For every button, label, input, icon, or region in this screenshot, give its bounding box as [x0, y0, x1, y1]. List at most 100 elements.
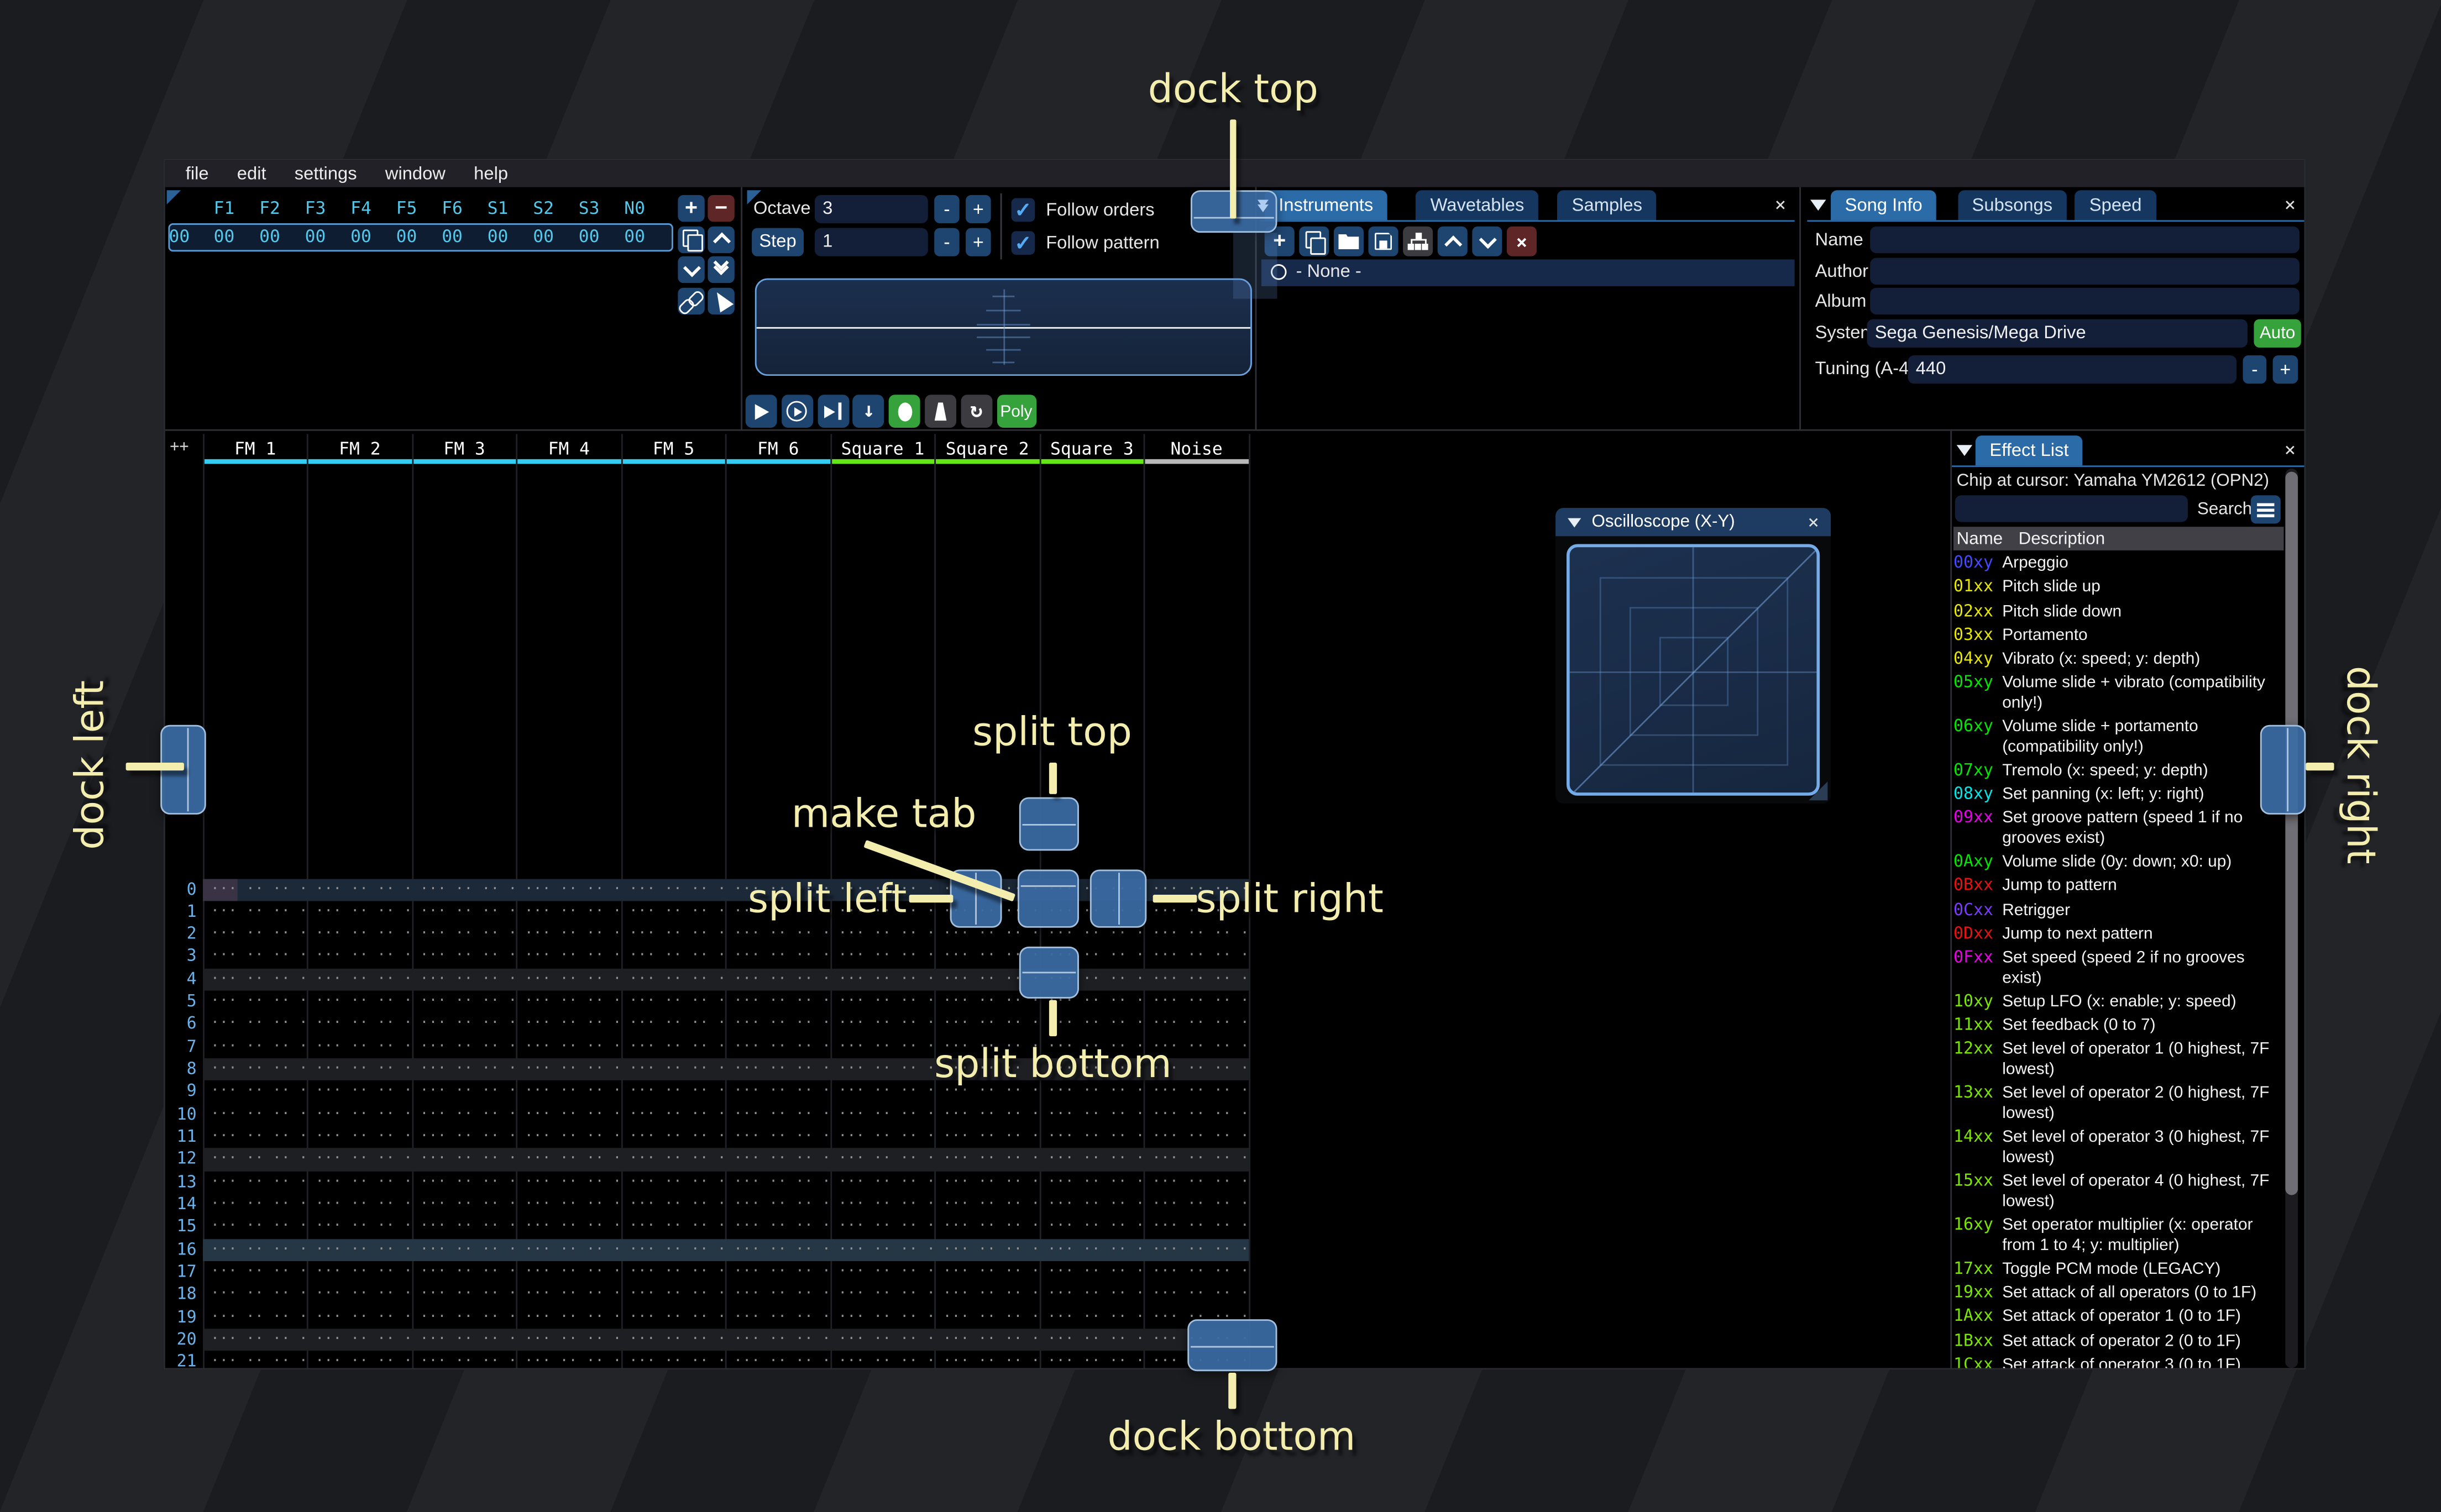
pattern-cell[interactable]: ··· ·· ·· ····: [1144, 1148, 1249, 1171]
collapse-caret-icon[interactable]: [1568, 517, 1581, 527]
pattern-cell[interactable]: ··· ·· ·· ····: [830, 1329, 935, 1351]
oscilloscope-xy-window[interactable]: Oscilloscope (X-Y) ×: [1555, 508, 1831, 804]
tab-samples[interactable]: Samples: [1558, 190, 1657, 221]
pattern-cell[interactable]: ··· ·· ·· ····: [307, 923, 412, 946]
pattern-cell[interactable]: ··· ·· ·· ····: [935, 1306, 1040, 1329]
effect-row[interactable]: 11xx Set feedback (0 to 7): [1953, 1014, 2281, 1038]
pattern-cell[interactable]: ··· ·· ·· ····: [517, 1329, 621, 1351]
pattern-cell[interactable]: ··· ·· ·· ····: [1144, 1171, 1249, 1194]
pattern-row[interactable]: ··· ·· ·· · ··· ·· · · · ·· · ·· · · · · ·· ·· ··…: [203, 923, 1249, 946]
pattern-cell[interactable]: ··· ·· ·· ····: [935, 1284, 1040, 1306]
menu-help[interactable]: help: [463, 162, 519, 185]
pattern-cell[interactable]: ··· ·· ·· ····: [307, 968, 412, 991]
panel-separator[interactable]: [741, 187, 743, 431]
effect-row[interactable]: 04xy Vibrato (x: speed; y: depth): [1953, 647, 2281, 671]
pattern-cell[interactable]: ··· ·· ·· ····: [517, 946, 621, 968]
pattern-row[interactable]: ··· ·· ·· · ··· ·· · · · ·· · ·· · · · · ·· ·· ··…: [203, 946, 1249, 968]
oscilloscope-xy-close-icon[interactable]: ×: [1803, 511, 1825, 533]
pattern-row[interactable]: ··· ·· ·· · ··· ·· · · · ·· · ·· · · · · ·· ·· ··…: [203, 1261, 1249, 1284]
pattern-cell[interactable]: ··· ·· ·· ····: [307, 1261, 412, 1284]
pattern-cell[interactable]: ··· ·· ·· ····: [935, 1194, 1040, 1216]
pattern-cell[interactable]: ··· ·· ·· ····: [307, 1081, 412, 1104]
effect-row[interactable]: 0Axy Volume slide (0y: down; x0: up): [1953, 851, 2281, 875]
step-input[interactable]: 1: [814, 228, 928, 256]
album-input[interactable]: [1870, 287, 2299, 315]
pattern-cell[interactable]: ··· ·· ·· ····: [1040, 1126, 1144, 1148]
tab-wavetables[interactable]: Wavetables: [1416, 190, 1538, 221]
pattern-cell[interactable]: ··· ·· ·· ····: [1144, 968, 1249, 991]
pattern-cell[interactable]: ··· ·· ·· ····: [830, 991, 935, 1014]
pattern-cell[interactable]: ··· ·· ·· ····: [830, 1194, 935, 1216]
pattern-cell[interactable]: ··· ·· ·· ····: [621, 1081, 726, 1104]
pattern-cell[interactable]: ··· ·· ·· ····: [621, 1329, 726, 1351]
pattern-cell[interactable]: ··· ·· ·· ····: [517, 1284, 621, 1306]
tab-instruments[interactable]: Instruments: [1264, 190, 1387, 221]
pattern-cell[interactable]: ··· ·· ·· ····: [307, 991, 412, 1014]
pattern-cell[interactable]: ··· ·· ·· ····: [1144, 1014, 1249, 1036]
order-value[interactable]: 00: [201, 227, 247, 247]
order-move-down-button[interactable]: [678, 256, 705, 284]
menu-settings[interactable]: settings: [284, 162, 368, 185]
effect-row[interactable]: 1Cxx Set attack of operator 3 (0 to 1F): [1953, 1353, 2281, 1368]
channel-header-fm-5[interactable]: FM 5: [621, 439, 726, 459]
instrument-save-button[interactable]: [1368, 226, 1398, 256]
pattern-cell[interactable]: ··· ·· ·· ····: [412, 1238, 517, 1261]
pattern-row[interactable]: ··· ·· ·· · ··· ·· · · · ·· · ·· · · · · ·· ·· ··…: [203, 1284, 1249, 1306]
effect-row[interactable]: 1Bxx Set attack of operator 2 (0 to 1F): [1953, 1330, 2281, 1353]
pattern-cell[interactable]: ··· ·· ·· ····: [1144, 1284, 1249, 1306]
pattern-cell[interactable]: ··· ·· ·· ····: [412, 1148, 517, 1171]
pattern-cell[interactable]: ··· ·· ·· ····: [621, 1126, 726, 1148]
metronome-button[interactable]: [925, 395, 957, 428]
pattern-cell[interactable]: ··· ·· ·· ····: [307, 1171, 412, 1194]
octave-input[interactable]: 3: [814, 195, 928, 224]
pattern-cell[interactable]: ··· ·· ·· ····: [935, 1351, 1040, 1368]
channel-header-fm-6[interactable]: FM 6: [726, 439, 830, 459]
pattern-cell[interactable]: ··· ·· ·· ····: [935, 1238, 1040, 1261]
pattern-cell[interactable]: ··· ·· ·· ····: [1040, 1148, 1144, 1171]
pattern-cell[interactable]: ··· ·· ·· ····: [726, 1306, 830, 1329]
pattern-cell[interactable]: ··· ·· ·· ····: [935, 1216, 1040, 1238]
effect-row[interactable]: 12xx Set level of operator 1 (0 highest, …: [1953, 1038, 2281, 1082]
expand-channels-button[interactable]: ++: [170, 439, 188, 456]
system-auto-button[interactable]: Auto: [2254, 319, 2301, 348]
pattern-cell[interactable]: ··· ·· ·· ····: [726, 1104, 830, 1126]
pattern-cell[interactable]: ··· ·· ·· ····: [203, 901, 307, 923]
order-unlink-button[interactable]: [678, 287, 705, 314]
pattern-cell[interactable]: ··· ·· ·· ····: [726, 991, 830, 1014]
pattern-cell[interactable]: ··· ·· ·· ····: [621, 1194, 726, 1216]
pattern-row[interactable]: ··· ·· ·· · ··· ·· · · · ·· · ·· · · · · ·· ·· ··…: [203, 1171, 1249, 1194]
panel-separator[interactable]: [1950, 431, 1952, 1368]
pattern-cell[interactable]: ··· ·· ·· ····: [307, 901, 412, 923]
pattern-cell[interactable]: ··· ·· ·· ····: [203, 1081, 307, 1104]
octave-increase-button[interactable]: +: [966, 195, 991, 224]
pattern-cell[interactable]: ··· ·· ·· ····: [203, 968, 307, 991]
oscilloscope-strip[interactable]: [755, 278, 1252, 376]
pattern-cell[interactable]: ··· ·· ·· ····: [1144, 946, 1249, 968]
pattern-cell[interactable]: ··· ·· ·· ····: [621, 1148, 726, 1171]
effect-row[interactable]: 17xx Toggle PCM mode (LEGACY): [1953, 1258, 2281, 1282]
pattern-cell[interactable]: ··· ·· ·· ····: [1144, 1194, 1249, 1216]
order-duplicate-button[interactable]: [678, 225, 705, 253]
order-value[interactable]: 00: [521, 227, 567, 247]
play-button[interactable]: [745, 395, 777, 428]
pattern-cell[interactable]: ··· ·· ·· ····: [517, 1351, 621, 1368]
poly-mono-button[interactable]: Poly: [996, 395, 1036, 428]
effect-list-close-icon[interactable]: ×: [2279, 439, 2301, 461]
pattern-cell[interactable]: ··· ·· ·· ····: [830, 1284, 935, 1306]
pattern-row[interactable]: ··· ·· ·· · ··· ·· · · · ·· · ·· · · · · ·· ·· ··…: [203, 1351, 1249, 1368]
pattern-cell[interactable]: ··· ·· ·· ····: [1040, 1104, 1144, 1126]
tab-subsongs[interactable]: Subsongs: [1957, 190, 2067, 221]
effect-row[interactable]: 02xx Pitch slide down: [1953, 600, 2281, 623]
pattern-cell[interactable]: ··· ·· ·· ····: [621, 1306, 726, 1329]
oscilloscope-xy-titlebar[interactable]: Oscilloscope (X-Y) ×: [1555, 508, 1831, 537]
author-input[interactable]: [1870, 258, 2299, 285]
pattern-cell[interactable]: ··· ·· ·· ····: [412, 923, 517, 946]
instruments-close-icon[interactable]: ×: [1769, 193, 1792, 216]
pattern-cell[interactable]: ··· ·· ·· ····: [726, 1081, 830, 1104]
pattern-cell[interactable]: ··· ·· ·· ····: [621, 1238, 726, 1261]
pattern-cell[interactable]: ··· ·· ·· ····: [935, 1171, 1040, 1194]
effect-row[interactable]: 0Fxx Set speed (speed 2 if no grooves exi…: [1953, 946, 2281, 990]
pattern-cell[interactable]: ··· ·· ·· ····: [517, 1148, 621, 1171]
pattern-cell[interactable]: ··· ·· ·· ····: [517, 878, 621, 901]
channel-header-fm-1[interactable]: FM 1: [203, 439, 307, 459]
